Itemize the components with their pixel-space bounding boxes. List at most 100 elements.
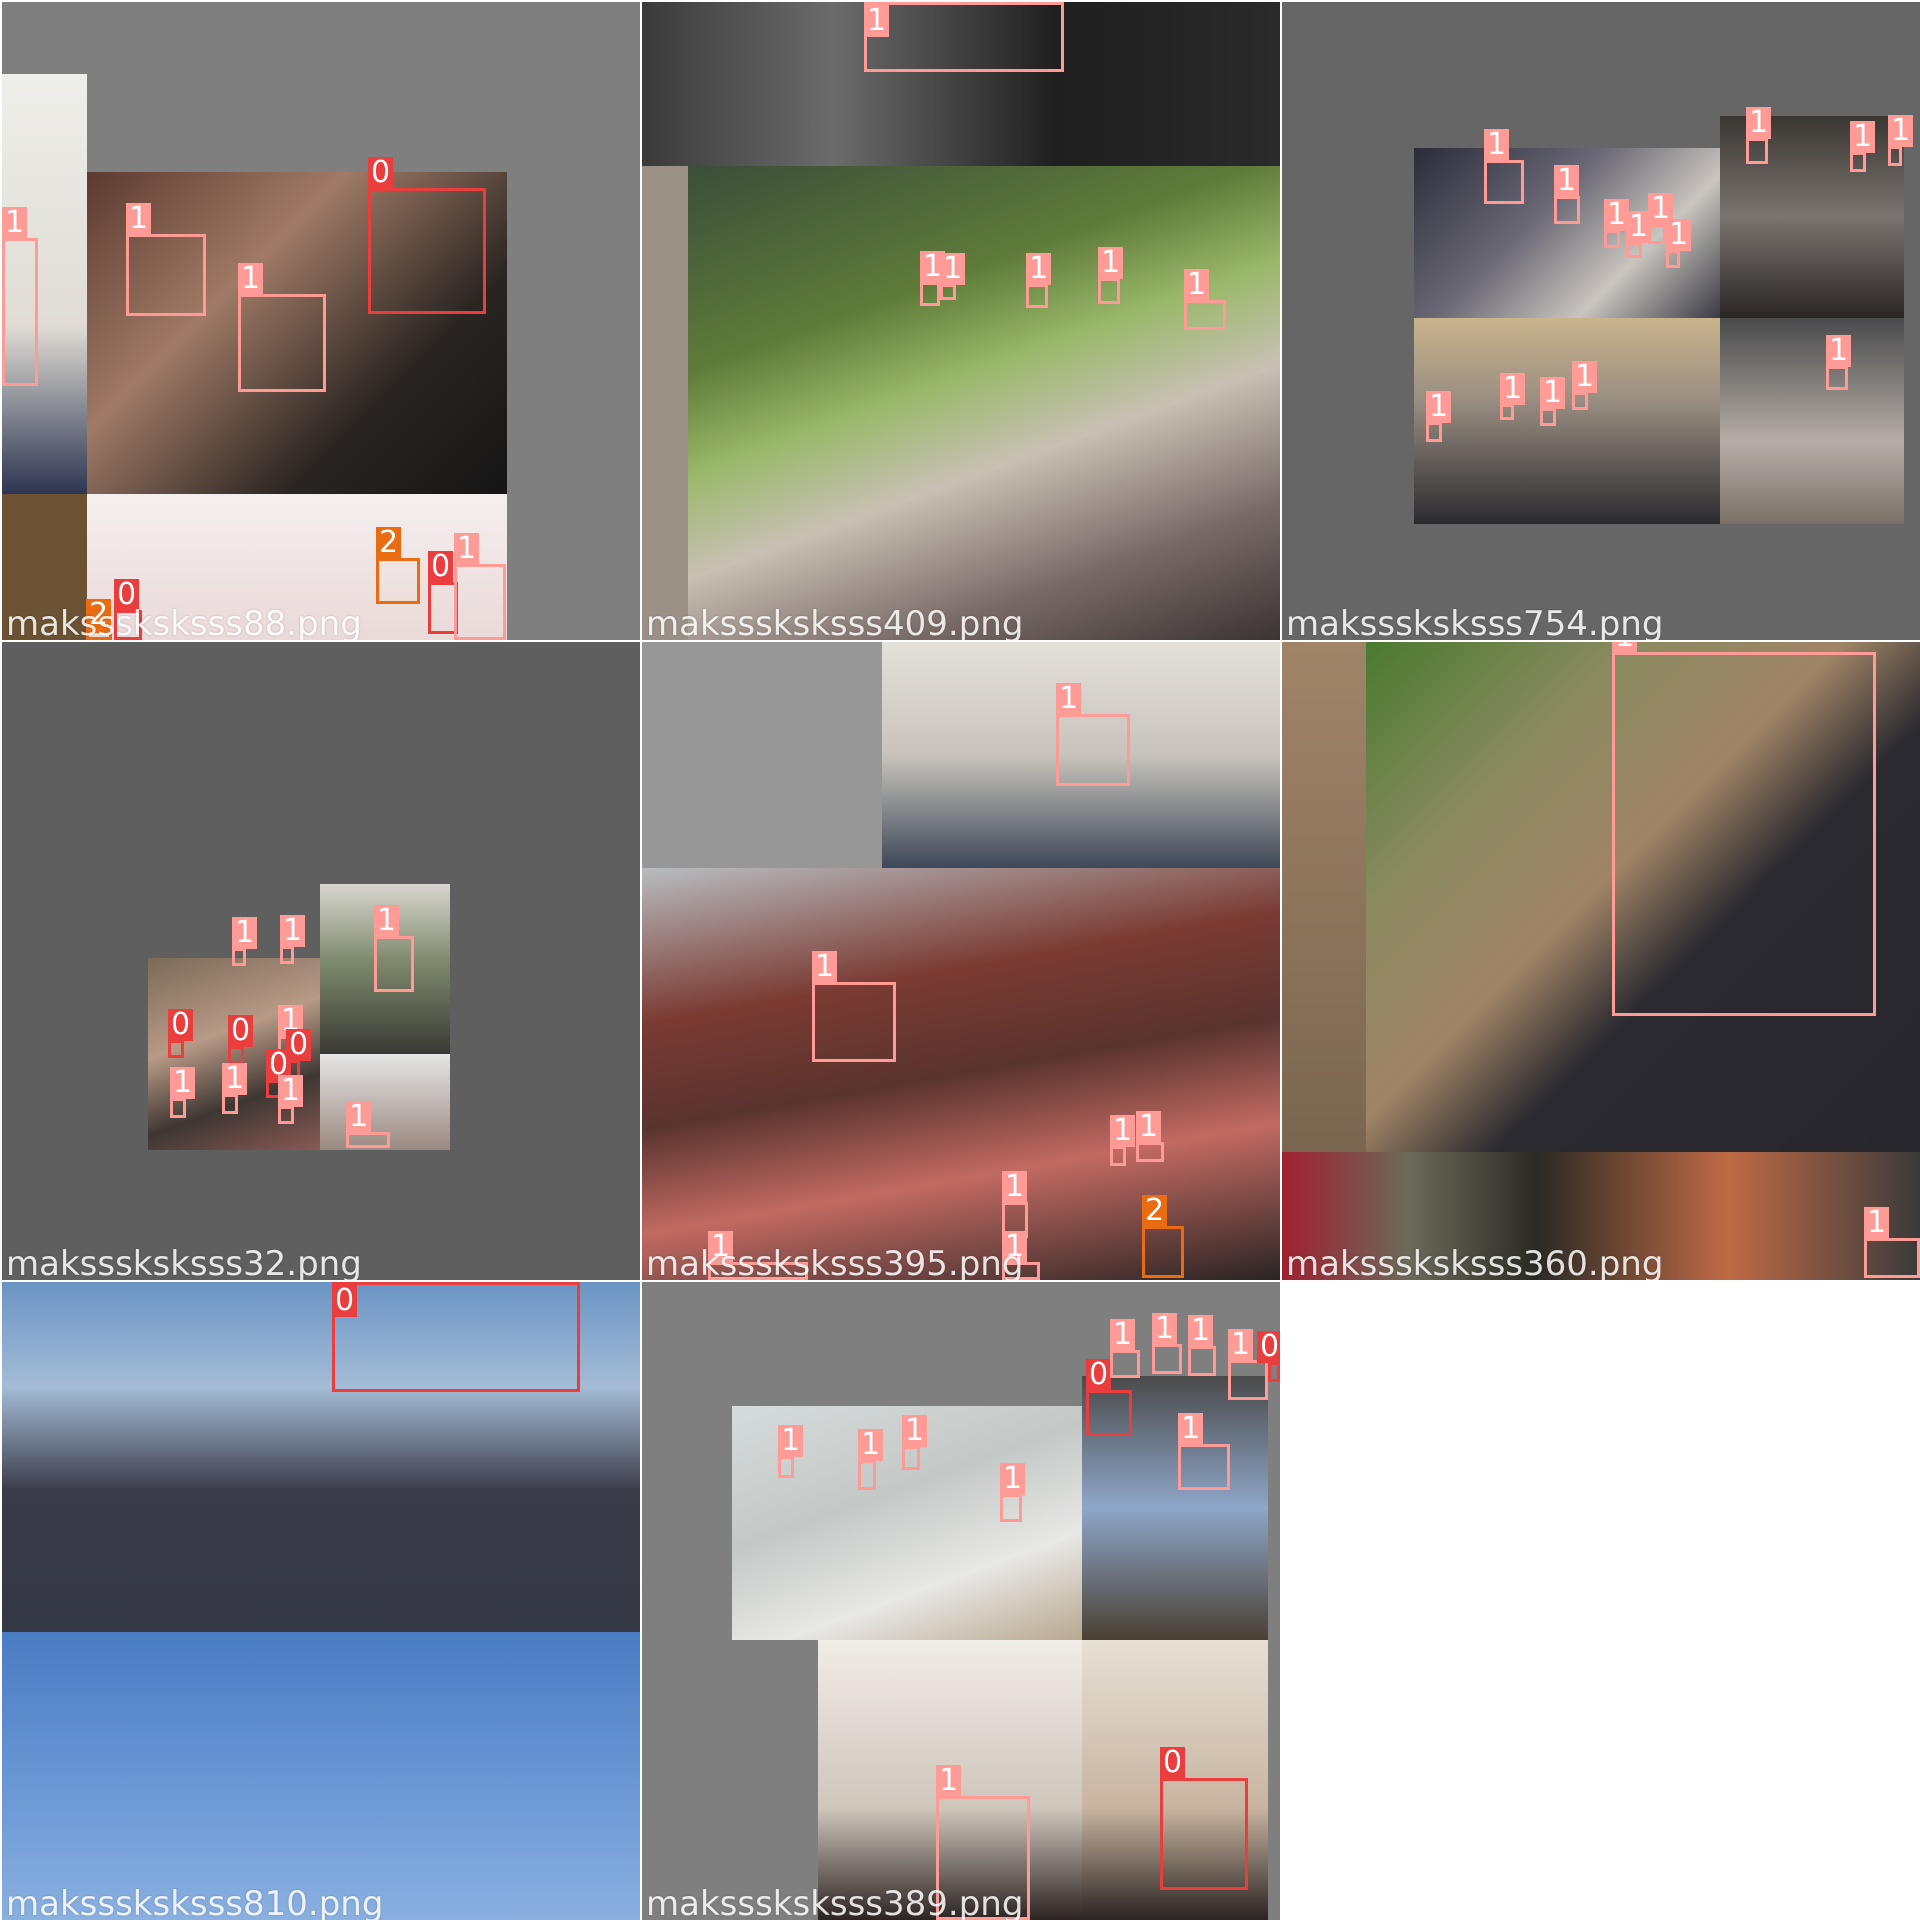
detection-box: 1 xyxy=(1666,219,1692,268)
filename-label: maksssksksss32.png xyxy=(6,1244,362,1280)
detection-box: 1 xyxy=(1110,1115,1136,1166)
class-label: 1 xyxy=(936,1765,962,1797)
detection-box: 1 xyxy=(1604,199,1630,248)
detection-box: 1 xyxy=(222,1063,248,1114)
detection-box: 1 xyxy=(1554,165,1580,224)
filename-label: maksssksksss389.png xyxy=(646,1884,1024,1920)
class-label: 1 xyxy=(170,1067,196,1099)
detection-box: 1 xyxy=(1572,361,1598,410)
class-label: 1 xyxy=(902,1415,928,1447)
class-label: 1 xyxy=(280,915,306,947)
tile-6: 1 1 maksssksksss360.png xyxy=(1282,642,1920,1280)
detection-box: 1 xyxy=(1888,115,1914,166)
detection-box: 1 xyxy=(920,251,946,306)
class-label: 0 xyxy=(168,1009,194,1041)
detection-box: 1 xyxy=(1612,642,1876,1016)
detection-box: 1 xyxy=(280,915,306,964)
detection-box: 1 xyxy=(1826,335,1852,390)
detection-box: 0 xyxy=(1086,1359,1132,1436)
class-label: 1 xyxy=(1572,361,1598,393)
detection-box: 2 xyxy=(376,527,420,604)
class-label: 1 xyxy=(1666,219,1692,251)
class-label: 1 xyxy=(1426,391,1452,423)
class-label: 1 xyxy=(864,5,890,37)
detection-box: 1 xyxy=(278,1075,304,1124)
detection-box: 1 xyxy=(232,917,258,966)
class-label: 1 xyxy=(1110,1319,1136,1351)
class-label: 1 xyxy=(1000,1463,1026,1495)
class-label: 1 xyxy=(454,533,480,565)
detection-box: 1 xyxy=(1850,121,1876,172)
detection-box: 0 xyxy=(168,1009,194,1058)
detection-box: 1 xyxy=(778,1425,804,1478)
detection-box: 1 xyxy=(1540,377,1566,426)
detection-box: 1 xyxy=(238,263,326,392)
detection-box: 1 xyxy=(1184,269,1226,330)
tile-1: 1 1 1 0 2 0 1 0 2 maksssksksss88.png xyxy=(2,2,640,640)
class-label: 1 xyxy=(1110,1115,1136,1147)
class-label: 0 xyxy=(428,551,454,583)
class-label: 1 xyxy=(222,1063,248,1095)
class-label: 1 xyxy=(346,1101,372,1133)
class-label: 1 xyxy=(232,917,258,949)
class-label: 1 xyxy=(126,203,152,235)
class-label: 1 xyxy=(1136,1111,1162,1143)
detection-box: 1 xyxy=(374,905,414,992)
class-label: 1 xyxy=(1056,683,1082,715)
photo xyxy=(642,868,1280,1280)
detection-box: 0 xyxy=(368,157,486,314)
photo xyxy=(688,166,1280,640)
class-label: 1 xyxy=(1850,121,1876,153)
class-label: 1 xyxy=(278,1075,304,1107)
class-label: 1 xyxy=(1540,377,1566,409)
detection-box: 1 xyxy=(1626,211,1652,258)
photo xyxy=(1282,642,1366,1152)
tile-2: 1 1 1 1 1 1 maksssksksss409.png xyxy=(642,2,1280,640)
class-label: 0 xyxy=(1086,1359,1112,1391)
class-label: 1 xyxy=(1152,1313,1178,1345)
filename-label: maksssksksss754.png xyxy=(1286,604,1664,640)
detection-box: 1 xyxy=(1098,247,1124,304)
detection-box: 1 xyxy=(864,2,1064,72)
photo xyxy=(1720,318,1904,524)
class-label: 1 xyxy=(1500,373,1526,405)
class-label: 1 xyxy=(858,1429,884,1461)
class-label: 1 xyxy=(1484,129,1510,161)
detection-box: 1 xyxy=(812,951,896,1062)
class-label: 1 xyxy=(1888,115,1914,147)
class-label: 1 xyxy=(1826,335,1852,367)
detection-box: 1 xyxy=(454,533,506,640)
class-label: 2 xyxy=(376,527,402,559)
class-label: 1 xyxy=(778,1425,804,1457)
class-label: 0 xyxy=(228,1015,254,1047)
class-label: 1 xyxy=(1002,1171,1028,1203)
filename-label: maksssksksss395.png xyxy=(646,1244,1024,1280)
photo xyxy=(2,1632,640,1920)
detection-box: 1 xyxy=(1136,1111,1164,1162)
detection-box: 1 xyxy=(1228,1329,1268,1400)
filename-label: maksssksksss810.png xyxy=(6,1884,384,1920)
class-label: 1 xyxy=(812,951,838,983)
detection-box: 1 xyxy=(902,1415,928,1470)
class-label: 1 xyxy=(2,207,28,239)
detection-box: 1 xyxy=(1152,1313,1182,1374)
class-label: 1 xyxy=(374,905,400,937)
class-label: 0 xyxy=(332,1285,358,1317)
detection-box: 1 xyxy=(1188,1315,1216,1376)
class-label: 1 xyxy=(940,253,966,285)
class-label: 1 xyxy=(1864,1207,1890,1239)
class-label: 1 xyxy=(1178,1413,1204,1445)
detection-box: 1 xyxy=(1426,391,1452,442)
detection-box: 0 xyxy=(332,1282,580,1392)
photo xyxy=(1414,318,1720,524)
class-label: 1 xyxy=(1188,1315,1214,1347)
class-label: 1 xyxy=(238,263,264,295)
filename-label: maksssksksss360.png xyxy=(1286,1244,1664,1280)
detection-box: 1 xyxy=(1746,107,1772,164)
detection-box: 1 xyxy=(1484,129,1524,204)
tile-5: 1 1 1 1 1 2 1 1 maksssksksss395.png xyxy=(642,642,1280,1280)
class-label: 0 xyxy=(368,157,394,189)
detection-box: 1 xyxy=(1864,1207,1920,1278)
filename-label: maksssksksss409.png xyxy=(646,604,1024,640)
class-label: 1 xyxy=(1184,269,1210,301)
